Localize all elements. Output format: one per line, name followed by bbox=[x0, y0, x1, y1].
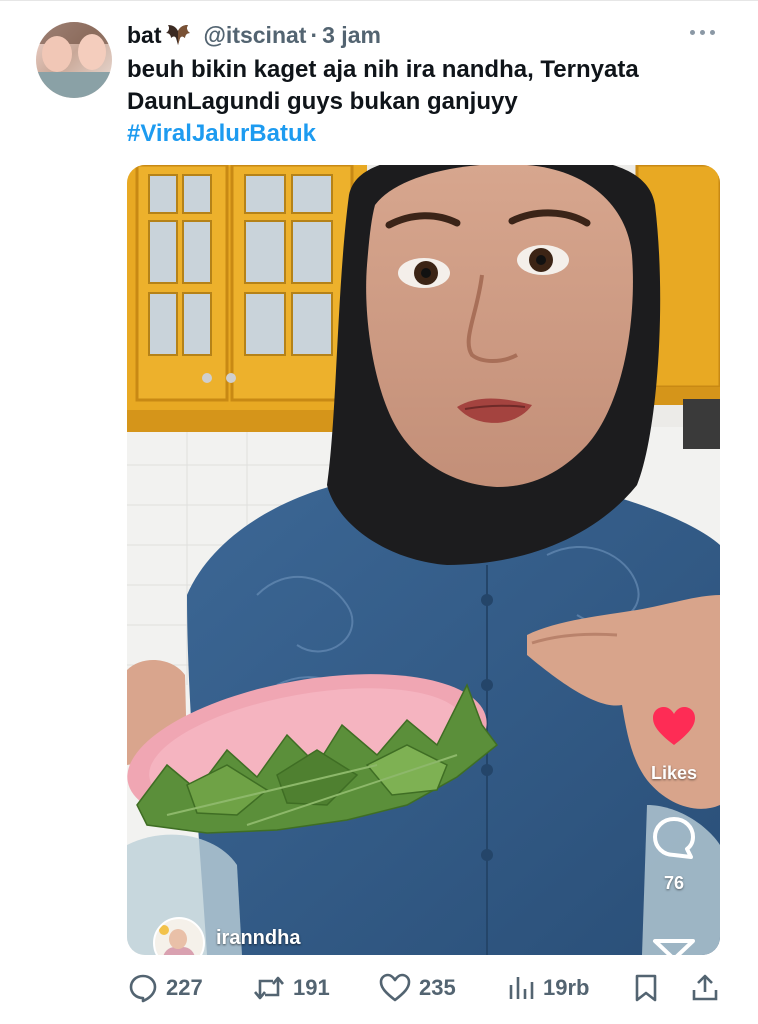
bat-emoji-icon bbox=[164, 23, 192, 47]
video-share-icon[interactable] bbox=[651, 935, 697, 955]
views-button[interactable]: 19rb bbox=[507, 966, 589, 1010]
video-media[interactable]: Likes 76 iranndha bbox=[127, 165, 720, 955]
heart-icon bbox=[379, 973, 411, 1002]
tweet-text-line-1: beuh bikin kaget aja nih ira nandha, Ter… bbox=[127, 56, 639, 83]
like-button[interactable]: 235 bbox=[379, 966, 456, 1010]
separator-dot: · bbox=[310, 21, 319, 48]
video-likes-label: Likes bbox=[650, 763, 698, 783]
bookmark-icon bbox=[635, 974, 657, 1002]
bookmark-button[interactable] bbox=[633, 966, 659, 1010]
retweet-icon bbox=[254, 976, 284, 1000]
tweet-text: beuh bikin kaget aja nih ira nandha, Ter… bbox=[127, 54, 737, 118]
author-handle[interactable]: @itscinat bbox=[204, 22, 307, 49]
video-comment-icon[interactable] bbox=[651, 815, 697, 861]
views-count: 19rb bbox=[543, 975, 590, 1000]
hashtag-link[interactable]: #ViralJalurBatuk bbox=[127, 118, 316, 150]
retweet-button[interactable]: 191 bbox=[253, 966, 330, 1010]
video-like-heart-icon[interactable] bbox=[651, 705, 697, 747]
share-button[interactable] bbox=[691, 966, 719, 1010]
video-comment-count: 76 bbox=[663, 873, 685, 893]
author-avatar[interactable] bbox=[36, 22, 112, 98]
tweet-text-line-2: DaunLagundi guys bukan ganjuyy bbox=[127, 88, 518, 115]
tweet-header: bat @itscinat · 3 jam bbox=[127, 20, 381, 50]
retweet-count: 191 bbox=[293, 975, 330, 1000]
tweet-time[interactable]: 3 jam bbox=[322, 22, 381, 49]
like-count: 235 bbox=[419, 975, 456, 1000]
video-frame-image bbox=[127, 165, 720, 955]
reply-button[interactable]: 227 bbox=[128, 966, 203, 1010]
creator-username[interactable]: iranndha bbox=[216, 927, 300, 950]
author-name[interactable]: bat bbox=[127, 22, 162, 49]
reply-count: 227 bbox=[166, 975, 203, 1000]
views-chart-icon bbox=[509, 977, 534, 999]
reply-icon bbox=[129, 974, 157, 1003]
share-upload-icon bbox=[692, 974, 718, 1001]
tweet-action-bar: 227 191 235 19rb bbox=[0, 966, 758, 1010]
top-divider bbox=[0, 0, 758, 1]
more-options-icon[interactable] bbox=[690, 22, 720, 42]
